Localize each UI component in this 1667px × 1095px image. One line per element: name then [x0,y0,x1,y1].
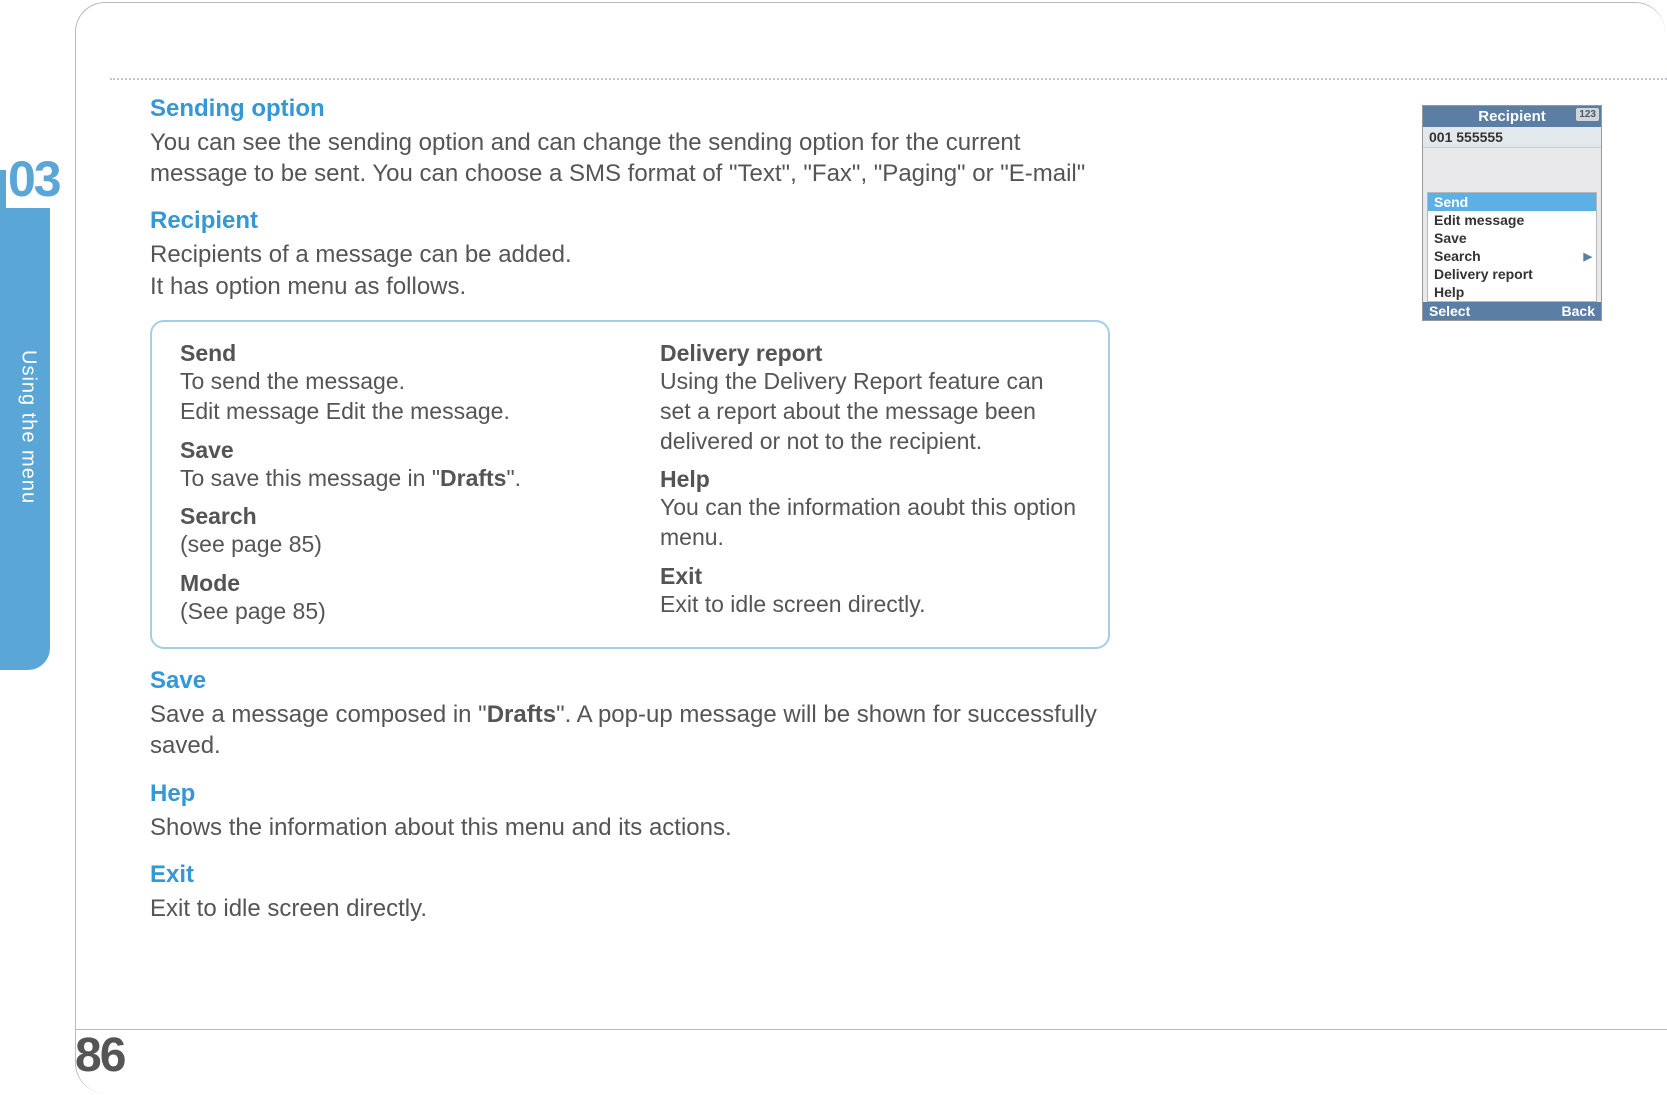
body-sending-option: You can see the sending option and can c… [150,127,1110,189]
opt-exit: Exit Exit to idle screen directly. [660,563,1080,620]
phone-softkey-bar: Select Back [1423,302,1601,320]
phone-title-text: Recipient [1478,108,1546,125]
opt-search-desc: (see page 85) [180,530,600,560]
body-hep: Shows the information about this menu an… [150,812,1110,843]
opt-save-desc: To save this message in "Drafts". [180,464,600,494]
opt-help-desc: You can the information aoubt this optio… [660,493,1080,553]
heading-hep: Hep [150,780,1110,808]
opt-help-label: Help [660,466,1080,493]
opt-exit-desc: Exit to idle screen directly. [660,590,1080,620]
body-save: Save a message composed in "Drafts". A p… [150,699,1110,761]
save-bold: Drafts [487,701,556,728]
phone-menu-search-label: Search [1434,248,1481,264]
opt-save: Save To save this message in "Drafts". [180,437,600,494]
save-pre: Save a message composed in " [150,701,487,728]
opt-send-line2: Edit message Edit the message. [180,397,600,427]
phone-options-menu: Send Edit message Save Search ▶ Delivery… [1427,192,1597,302]
opt-save-pre: To save this message in " [180,465,440,491]
opt-delivery-label: Delivery report [660,340,1080,367]
heading-recipient: Recipient [150,207,1110,235]
opt-send-line1: To send the message. [180,367,600,397]
phone-recipient-row: 001 555555 [1423,127,1601,148]
phone-softkey-back[interactable]: Back [1562,303,1595,319]
options-col-right: Delivery report Using the Delivery Repor… [660,340,1080,627]
recipient-line2: It has option menu as follows. [150,273,466,300]
phone-screenshot: Recipient 123 001 555555 Send Edit messa… [1422,105,1602,321]
phone-menu-edit-message[interactable]: Edit message [1428,211,1596,229]
options-col-left: Send To send the message. Edit message E… [180,340,600,627]
recipient-line1: Recipients of a message can be added. [150,241,572,268]
chevron-right-icon: ▶ [1584,250,1592,263]
page-number: 86 [75,1028,124,1083]
opt-delivery-desc: Using the Delivery Report feature can se… [660,367,1080,457]
opt-search: Search (see page 85) [180,503,600,560]
phone-menu-help[interactable]: Help [1428,283,1596,301]
body-recipient: Recipients of a message can be added. It… [150,239,1110,301]
opt-mode: Mode (See page 85) [180,570,600,627]
opt-search-label: Search [180,503,600,530]
opt-save-label: Save [180,437,600,464]
opt-save-post: ". [506,465,521,491]
phone-menu-send[interactable]: Send [1428,193,1596,211]
opt-save-bold: Drafts [440,465,506,491]
heading-exit: Exit [150,861,1110,889]
heading-sending-option: Sending option [150,95,1110,123]
opt-mode-desc: (See page 85) [180,597,600,627]
phone-menu-search[interactable]: Search ▶ [1428,247,1596,265]
opt-help: Help You can the information aoubt this … [660,466,1080,553]
options-box: Send To send the message. Edit message E… [150,320,1110,649]
body-exit: Exit to idle screen directly. [150,893,1110,924]
phone-softkey-select[interactable]: Select [1429,303,1470,319]
opt-delivery: Delivery report Using the Delivery Repor… [660,340,1080,457]
dotted-divider [110,78,1667,80]
phone-input-mode-badge: 123 [1576,108,1599,121]
opt-exit-label: Exit [660,563,1080,590]
opt-mode-label: Mode [180,570,600,597]
phone-menu-delivery-report[interactable]: Delivery report [1428,265,1596,283]
opt-send-label: Send [180,340,600,367]
footer-divider [75,1029,1667,1030]
phone-title-bar: Recipient 123 [1423,106,1601,127]
heading-save: Save [150,667,1110,695]
sidebar-label: Using the menu [17,350,40,504]
chapter-number: 03 [6,150,62,208]
opt-send: Send To send the message. Edit message E… [180,340,600,427]
phone-menu-save[interactable]: Save [1428,229,1596,247]
main-content: Sending option You can see the sending o… [150,95,1110,942]
